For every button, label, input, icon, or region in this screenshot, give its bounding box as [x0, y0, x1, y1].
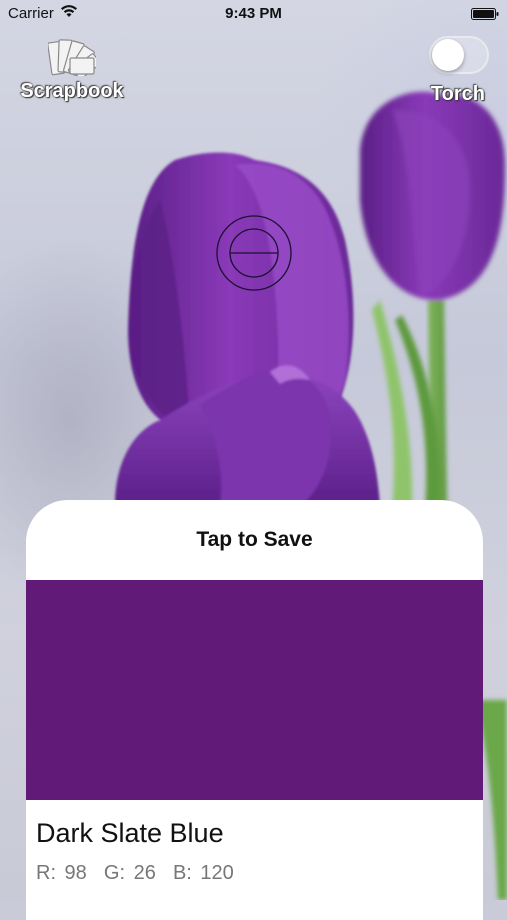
- torch-toggle[interactable]: [429, 36, 489, 74]
- crosshair-icon: [214, 213, 294, 293]
- torch-label: Torch: [430, 83, 485, 105]
- fan-deck-icon: [48, 39, 96, 76]
- color-swatch[interactable]: [26, 580, 483, 800]
- tap-to-save-title[interactable]: Tap to Save: [26, 528, 483, 552]
- status-time: 9:43 PM: [225, 5, 282, 22]
- rgb-values: R: 98 G: 26 B: 120: [36, 862, 234, 884]
- status-bar: Carrier 9:43 PM: [0, 0, 507, 28]
- toggle-knob: [432, 39, 464, 71]
- save-color-card[interactable]: Tap to Save Dark Slate Blue R: 98 G: 26 …: [26, 500, 483, 920]
- color-name: Dark Slate Blue: [36, 818, 224, 848]
- torch-control: Torch: [379, 36, 489, 106]
- battery-icon: [471, 7, 499, 20]
- scrapbook-button[interactable]: Scrapbook: [14, 36, 130, 116]
- scrapbook-label: Scrapbook: [20, 80, 124, 102]
